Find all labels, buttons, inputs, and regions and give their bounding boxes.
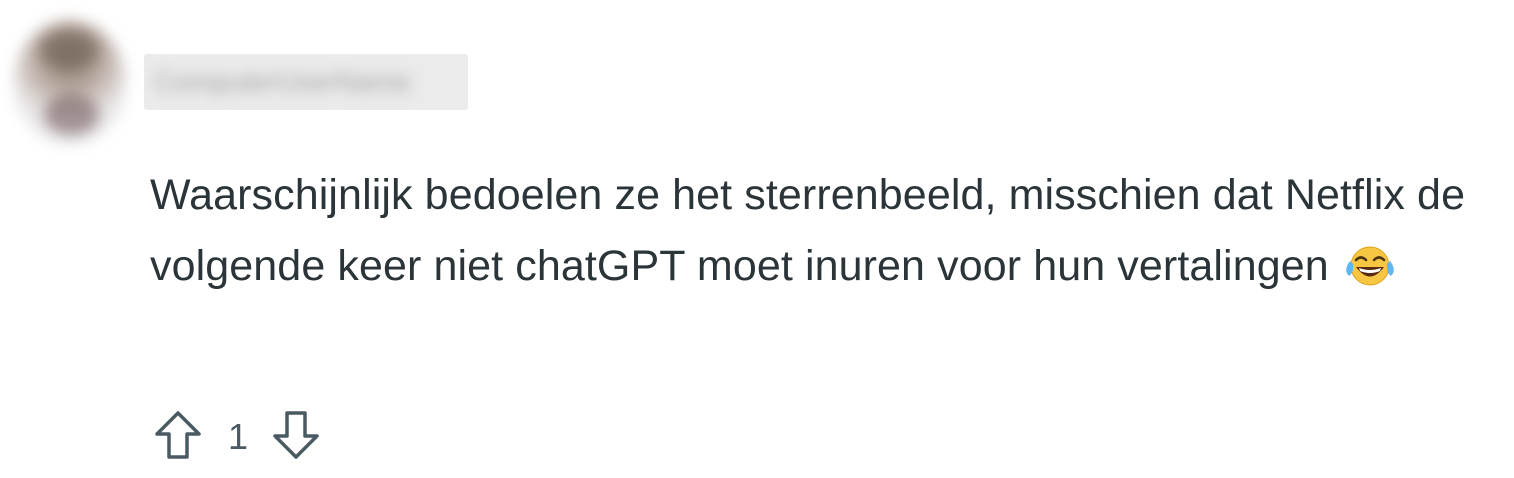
arrow-up-outline-icon — [152, 407, 204, 468]
comment: ComputerUserName Waarschijnlijk bedoelen… — [0, 0, 1514, 478]
vote-bar: 1 — [150, 402, 324, 472]
username: ComputerUserName — [154, 66, 411, 97]
avatar[interactable] — [14, 20, 126, 146]
comment-text: Waarschijnlijk bedoelen ze het sterrenbe… — [150, 171, 1466, 290]
downvote-button[interactable] — [268, 409, 324, 465]
comment-body: Waarschijnlijk bedoelen ze het sterrenbe… — [150, 160, 1510, 310]
username-redacted[interactable]: ComputerUserName — [144, 54, 468, 110]
face-with-tears-of-joy-icon — [1345, 239, 1395, 310]
upvote-button[interactable] — [150, 409, 206, 465]
avatar-shape — [39, 30, 99, 70]
avatar-shape — [44, 95, 99, 135]
vote-count: 1 — [228, 416, 249, 457]
arrow-down-outline-icon — [270, 407, 322, 468]
